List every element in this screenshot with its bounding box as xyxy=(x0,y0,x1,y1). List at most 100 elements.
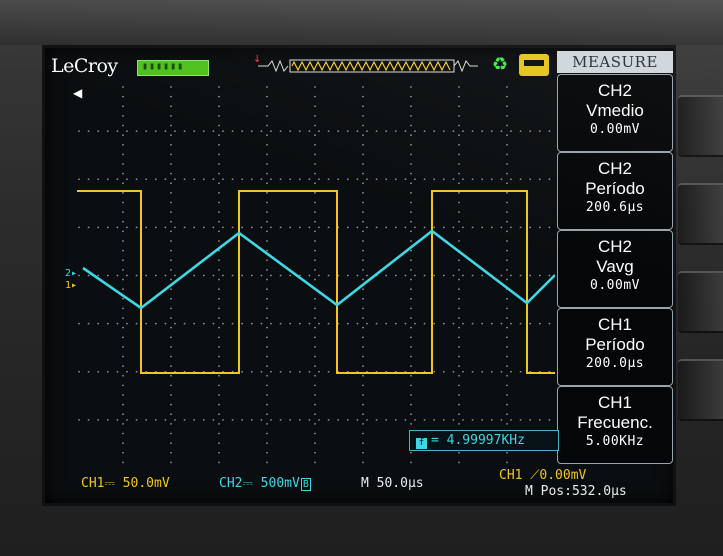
grid-dot xyxy=(394,418,397,421)
grid-dot xyxy=(266,105,268,108)
grid-dot xyxy=(362,394,364,396)
ch2-scale-status[interactable]: CH2⎓ 500mV B xyxy=(219,476,311,492)
grid-dot xyxy=(362,297,364,300)
grid-dot xyxy=(452,178,455,181)
grid-dot xyxy=(356,178,359,181)
grid-dot xyxy=(260,274,263,277)
grid-dot xyxy=(366,226,368,229)
grid-dot xyxy=(318,274,320,277)
grid-dot xyxy=(164,322,167,325)
grid-dot xyxy=(266,211,268,214)
grid-dot xyxy=(314,461,316,464)
grid-dot xyxy=(78,370,80,373)
measure-panel: CH2 Vmedio 0.00mV CH2 Período 200.6µs CH… xyxy=(557,74,673,466)
grid-dot xyxy=(174,322,176,325)
grid-dot xyxy=(218,413,220,416)
grid-dot xyxy=(346,418,349,421)
grid-dot xyxy=(116,418,119,421)
grid-dot xyxy=(289,130,292,133)
grid-dot xyxy=(458,345,460,348)
grid-dot xyxy=(538,418,541,421)
grid-dot xyxy=(410,163,412,165)
grid-dot xyxy=(289,178,292,181)
grid-dot xyxy=(154,226,157,229)
grid-dot xyxy=(266,345,268,348)
grid-dot xyxy=(279,178,282,181)
grid-dot xyxy=(122,374,124,377)
grid-dot xyxy=(362,278,364,281)
grid-dot xyxy=(500,370,503,373)
trigger-status[interactable]: CH1 ⟋0.00mV xyxy=(499,468,586,484)
grid-dot xyxy=(170,249,172,252)
softkey-2[interactable] xyxy=(678,183,723,245)
grid-dot xyxy=(170,191,172,194)
grid-dot xyxy=(266,268,268,271)
grid-dot xyxy=(202,322,205,325)
grid-dot xyxy=(362,365,364,368)
timebase-status[interactable]: M 50.0µs xyxy=(361,476,424,492)
grid-dot xyxy=(218,288,220,291)
grid-dot xyxy=(170,230,172,233)
ch1-scale-status[interactable]: CH1⎓ 50.0mV xyxy=(81,476,170,492)
grid-dot xyxy=(78,418,80,421)
grid-dot xyxy=(241,370,244,373)
grid-dot xyxy=(458,240,460,242)
grid-dot xyxy=(506,365,508,368)
grid-dot xyxy=(135,274,138,277)
grid-dot xyxy=(270,418,272,421)
grid-dot xyxy=(410,249,412,252)
softkey-4[interactable] xyxy=(678,359,723,421)
grid-dot xyxy=(410,105,412,108)
grid-dot xyxy=(218,365,220,368)
grid-dot xyxy=(218,442,220,445)
grid-dot xyxy=(458,384,460,387)
grid-dot xyxy=(346,130,349,133)
grid-dot xyxy=(362,134,364,137)
grid-dot xyxy=(218,163,220,165)
grid-dot xyxy=(170,95,172,98)
grid-dot xyxy=(97,178,100,181)
measure-box[interactable]: CH2 Vavg 0.00mV xyxy=(557,230,673,308)
horizontal-position-status[interactable]: M Pos:532.0µs xyxy=(525,484,627,500)
grid-dot xyxy=(385,226,388,229)
measure-box[interactable]: CH1 Período 200.0µs xyxy=(557,308,673,386)
grid-dot xyxy=(394,322,397,325)
grid-dot xyxy=(327,418,330,421)
grid-dot xyxy=(122,461,124,464)
grid-dot xyxy=(106,226,109,229)
grid-dot xyxy=(314,432,316,435)
measure-box[interactable]: CH2 Vmedio 0.00mV xyxy=(557,74,673,152)
grid-dot xyxy=(116,130,119,133)
grid-dot xyxy=(362,124,364,127)
measure-box[interactable]: CH2 Período 200.6µs xyxy=(557,152,673,230)
measure-box[interactable]: CH1 Frecuenc. 5.00KHz xyxy=(557,386,673,464)
grid-dot xyxy=(266,288,268,291)
softkey-3[interactable] xyxy=(678,271,723,333)
grid-dot xyxy=(97,226,100,229)
grid-dot xyxy=(218,374,220,377)
measure-name: Frecuenc. xyxy=(577,413,653,432)
grid-dot xyxy=(314,403,316,406)
softkey-1[interactable] xyxy=(678,95,723,157)
grid-dot xyxy=(314,211,316,214)
grid-dot xyxy=(314,240,316,242)
grid-dot xyxy=(433,418,436,421)
grid-dot xyxy=(170,278,172,281)
grid-dot xyxy=(170,211,172,214)
grid-dot xyxy=(538,322,541,325)
grid-dot xyxy=(170,355,172,358)
grid-dot xyxy=(308,130,311,133)
grid-dot xyxy=(218,240,220,242)
grid-dot xyxy=(462,178,464,181)
grid-dot xyxy=(314,297,316,300)
grid-dot xyxy=(366,178,368,181)
grid-dot xyxy=(414,226,416,229)
grid-dot xyxy=(462,418,464,421)
grid-dot xyxy=(452,322,455,325)
grid-dot xyxy=(270,370,272,373)
grid-dot xyxy=(241,226,244,229)
grid-dot xyxy=(270,274,272,277)
grid-dot xyxy=(375,130,378,133)
grid-dot xyxy=(250,370,253,373)
grid-dot xyxy=(135,178,138,181)
